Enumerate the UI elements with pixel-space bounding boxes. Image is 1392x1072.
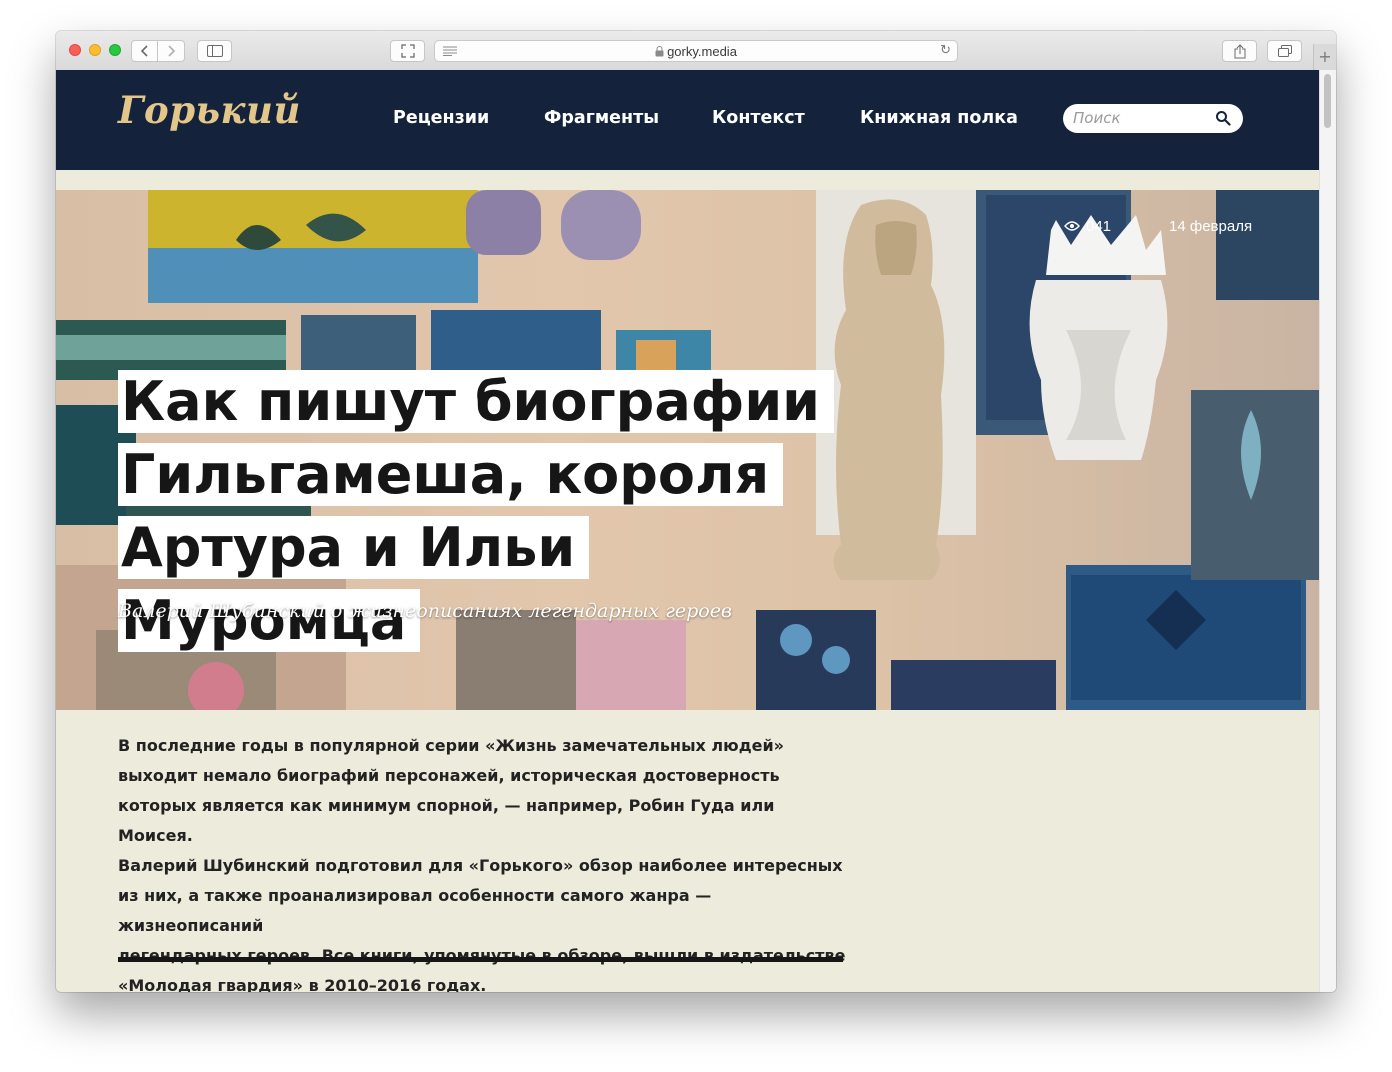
scrollbar-thumb[interactable] xyxy=(1324,74,1331,128)
fullscreen-button[interactable] xyxy=(390,40,425,62)
lead-line: Валерий Шубинский подготовил для «Горько… xyxy=(118,856,843,875)
url-label: gorky.media xyxy=(667,44,737,59)
sidebar-icon xyxy=(206,45,223,57)
browser-window: gorky.media ↻ + Горький Рецензии Фрагмен… xyxy=(56,31,1336,992)
article-date: 14 февраля xyxy=(1169,218,1253,235)
url-text: gorky.media xyxy=(435,44,957,59)
expand-icon xyxy=(400,44,415,58)
sidebar-button[interactable] xyxy=(197,40,232,62)
section-divider xyxy=(118,957,843,962)
reload-icon[interactable]: ↻ xyxy=(940,43,951,58)
nav-fragments[interactable]: Фрагменты xyxy=(544,108,659,128)
views-count: 041 xyxy=(1086,218,1112,235)
lead-line: выходит немало биографий персонажей, ист… xyxy=(118,766,780,785)
address-bar[interactable]: gorky.media ↻ xyxy=(434,40,958,62)
lead-line: «Молодая гвардия» в 2010–2016 годах. xyxy=(118,976,487,992)
lock-icon xyxy=(655,46,664,57)
title-line-3: Артура и Ильи Муромца xyxy=(118,516,590,652)
page-scrollbar[interactable] xyxy=(1319,70,1336,992)
views-counter: 041 xyxy=(1064,218,1111,235)
article-subtitle: Валерий Шубинский о жизнеописаниях леген… xyxy=(118,600,732,622)
chevron-right-icon xyxy=(168,45,176,57)
tabs-overview-button[interactable] xyxy=(1267,40,1302,62)
nav-reviews[interactable]: Рецензии xyxy=(393,108,489,128)
site-header: Горький Рецензии Фрагменты Контекст Книж… xyxy=(56,70,1320,170)
minimize-window-button[interactable] xyxy=(89,44,101,56)
lead-line: которых является как минимум спорной, — … xyxy=(118,796,775,845)
eye-icon xyxy=(1064,221,1080,231)
lead-line: В последние годы в популярной серии «Жиз… xyxy=(118,736,785,755)
chevron-left-icon xyxy=(140,45,148,57)
article-hero: 041 14 февраля Как пишут биографии Гильг… xyxy=(56,190,1320,710)
share-icon xyxy=(1234,43,1245,58)
nav-context[interactable]: Контекст xyxy=(712,108,805,128)
lead-line: из них, а также проанализировал особенно… xyxy=(118,886,712,935)
title-line-1: Как пишут биографии xyxy=(118,370,835,433)
site-logo[interactable]: Горький xyxy=(118,88,301,132)
new-tab-button[interactable]: + xyxy=(1313,44,1336,70)
zoom-window-button[interactable] xyxy=(109,44,121,56)
back-button[interactable] xyxy=(131,40,158,62)
history-nav xyxy=(131,40,186,62)
close-window-button[interactable] xyxy=(69,44,81,56)
browser-toolbar: gorky.media ↻ + xyxy=(56,31,1336,71)
search-input[interactable] xyxy=(1073,108,1203,128)
forward-button[interactable] xyxy=(158,40,185,62)
site-search xyxy=(1063,104,1243,133)
article-lead: В последние годы в популярной серии «Жиз… xyxy=(118,731,848,992)
tabs-icon xyxy=(1277,45,1292,57)
lead-line: легендарных героев. Все книги, упомянуты… xyxy=(118,946,846,965)
search-icon[interactable] xyxy=(1215,110,1231,126)
share-button[interactable] xyxy=(1222,40,1257,62)
title-line-2: Гильгамеша, короля xyxy=(118,443,784,506)
nav-bookshelf[interactable]: Книжная полка xyxy=(860,108,1018,128)
